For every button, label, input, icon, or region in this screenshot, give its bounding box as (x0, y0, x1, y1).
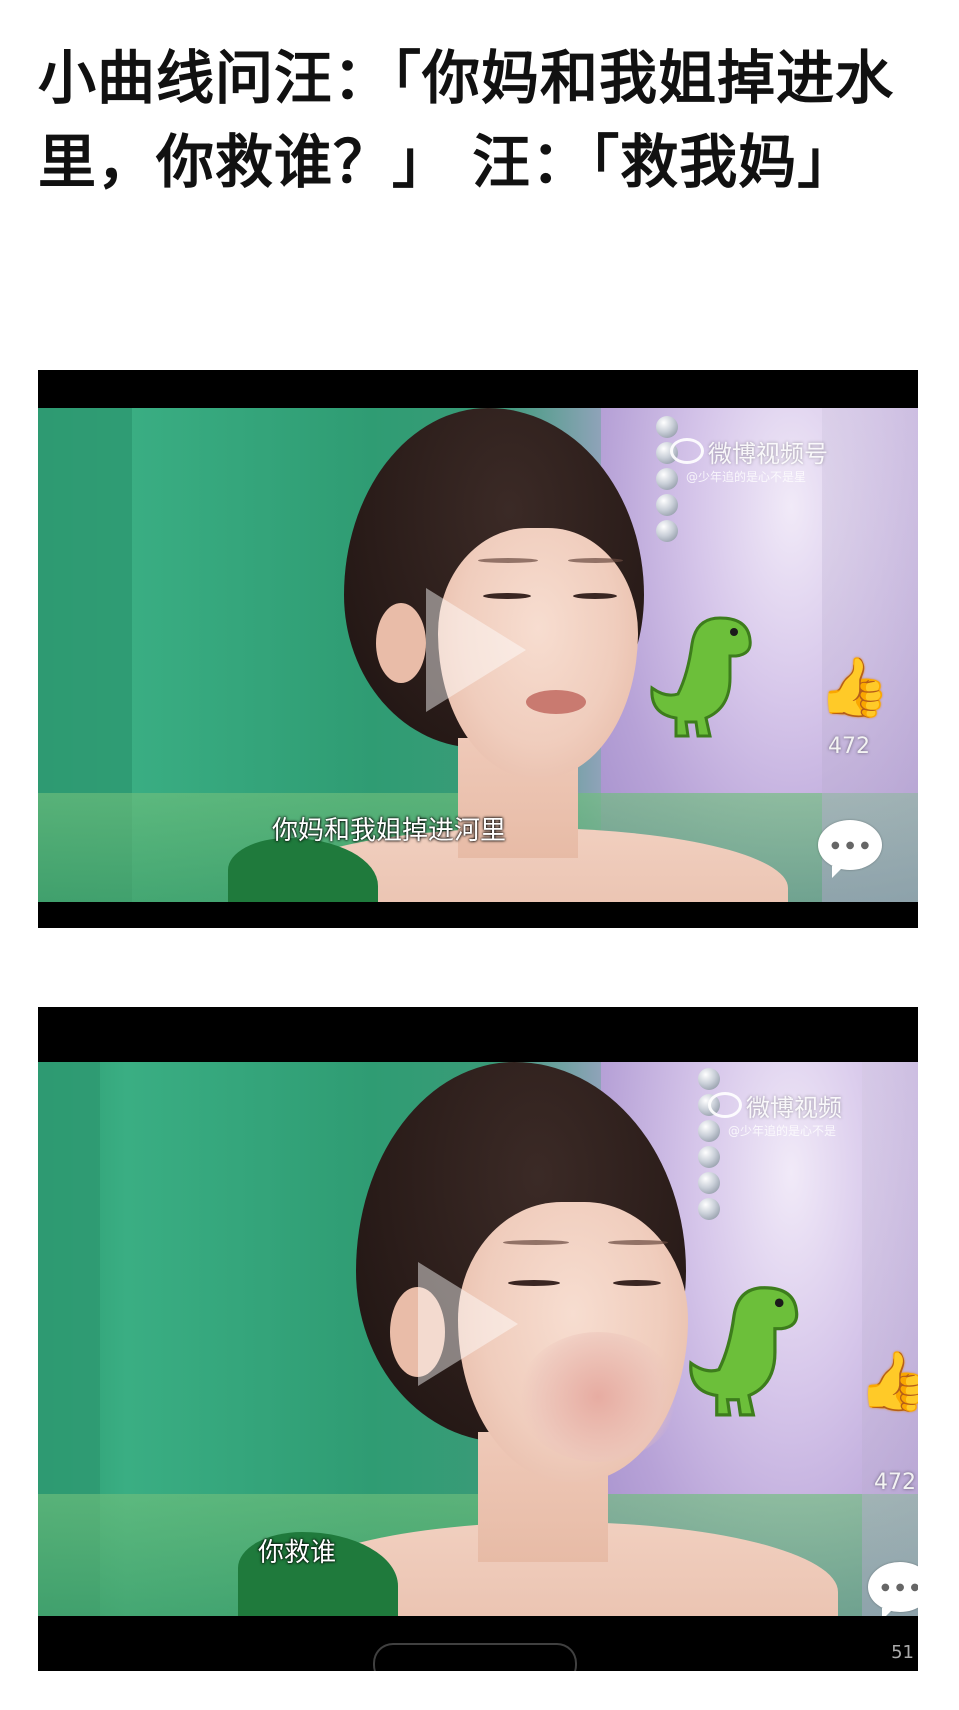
pearl-strand (656, 416, 682, 546)
video-subtitle: 你妈和我姐掉进河里 (272, 816, 507, 846)
thumbs-up-icon[interactable]: 👍 (858, 1352, 918, 1410)
comment-count: 51 (891, 1642, 914, 1663)
video-subtitle: 你救谁 (258, 1538, 337, 1568)
video-frame[interactable]: 微博视频号 @少年追的是心不是星 👍 472 ●●● 你妈和我姐掉进河里 (38, 408, 918, 902)
watermark: 微博视频 (746, 1094, 842, 1122)
watermark: 微博视频号 (708, 440, 828, 468)
weibo-icon (708, 1092, 742, 1118)
video-card-2[interactable]: 微博视频 @少年追的是心不是 👍 472 ●●● 你救谁 51 (38, 1007, 918, 1671)
comment-icon[interactable]: ●●● (818, 820, 882, 878)
home-indicator (373, 1643, 577, 1671)
watermark-handle: @少年追的是心不是 (728, 1124, 837, 1138)
dinosaur-icon (650, 616, 752, 738)
play-icon[interactable] (418, 1262, 518, 1386)
like-count: 472 (874, 1470, 916, 1495)
blurred-mouth (518, 1332, 678, 1462)
thumbs-up-icon[interactable]: 👍 (818, 658, 890, 716)
post-title: 小曲线问汪：「你妈和我姐掉进水里，你救谁？」 汪：「救我妈」 (38, 44, 895, 196)
weibo-icon (670, 438, 704, 464)
watermark-handle: @少年追的是心不是星 (686, 470, 807, 484)
play-icon[interactable] (426, 588, 526, 712)
dinosaur-icon (689, 1286, 799, 1417)
like-count: 472 (828, 734, 870, 759)
video-frame[interactable]: 微博视频 @少年追的是心不是 👍 472 ●●● 你救谁 (38, 1062, 918, 1616)
video-card-1[interactable]: 微博视频号 @少年追的是心不是星 👍 472 ●●● 你妈和我姐掉进河里 (38, 370, 918, 928)
